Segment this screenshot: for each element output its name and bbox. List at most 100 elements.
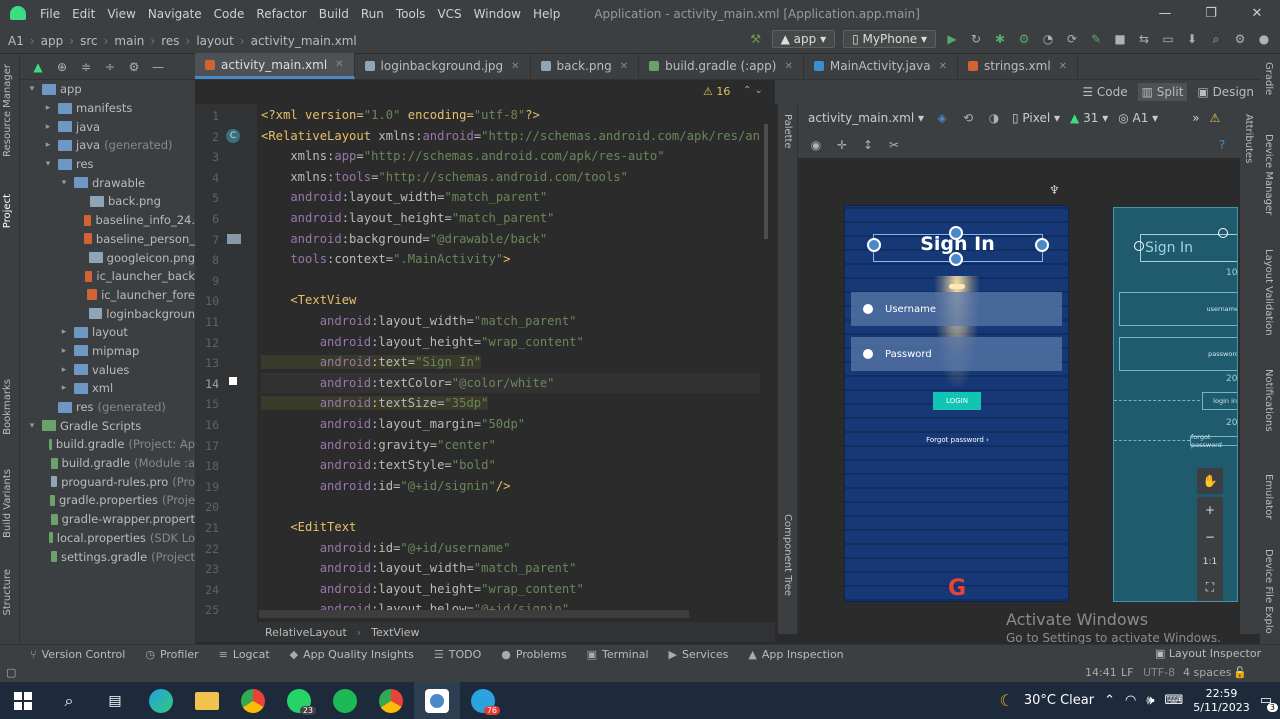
close-window-button[interactable]: ✕ <box>1234 0 1280 28</box>
project-tree-item[interactable]: proguard-rules.pro (Pro <box>20 472 195 491</box>
menu-tools[interactable]: Tools <box>390 7 432 21</box>
expand-arrow-icon[interactable]: ▸ <box>58 327 70 337</box>
zoom-actual-button[interactable]: 1:1 <box>1203 557 1217 567</box>
file-tab[interactable]: strings.xml ✕ <box>958 53 1079 79</box>
code-line[interactable]: android:layout_height="wrap_content" <box>261 332 584 353</box>
breadcrumb-relativelayout[interactable]: RelativeLayout <box>265 626 347 639</box>
device-pixel-select[interactable]: ▯ Pixel ▾ <box>1012 111 1060 125</box>
close-tab-icon[interactable]: ✕ <box>939 61 947 72</box>
project-tree-item[interactable]: build.gradle (Module :a <box>20 454 195 473</box>
project-tree-item[interactable]: ▸ mipmap <box>20 342 195 361</box>
resize-handle-top[interactable] <box>949 226 963 240</box>
preview-forgot-password[interactable]: Forgot password › <box>845 436 1068 444</box>
code-line[interactable]: android:layout_width="match_parent" <box>261 187 547 208</box>
orientation-icon[interactable]: ⟲ <box>960 110 976 126</box>
preview-login-button[interactable]: LOGIN <box>933 392 981 410</box>
telegram-icon[interactable]: 76 <box>460 682 506 719</box>
resource-manager-tab[interactable]: Resource Manager <box>2 64 13 157</box>
maximize-button[interactable]: ❐ <box>1188 0 1234 28</box>
code-line[interactable]: android:text="Sign In" <box>261 352 482 373</box>
project-tree-item[interactable]: ▸ manifests <box>20 99 195 118</box>
project-tree-item[interactable]: ▾ Gradle Scripts <box>20 416 195 435</box>
horizontal-scrollbar[interactable] <box>259 610 689 618</box>
close-tab-icon[interactable]: ✕ <box>511 61 519 72</box>
project-tree-item[interactable]: settings.gradle (Project <box>20 547 195 566</box>
project-tree-item[interactable]: gradle.properties (Proje <box>20 491 195 510</box>
file-tab[interactable]: build.gradle (:app) ✕ <box>639 53 804 79</box>
keyboard-icon[interactable]: ⌨ <box>1165 693 1184 708</box>
whatsapp-icon[interactable]: 23 <box>276 682 322 719</box>
bookmarks-tab[interactable]: Bookmarks <box>2 379 13 435</box>
image-preview-icon[interactable] <box>227 234 241 244</box>
caret-position[interactable]: 14:41 <box>1085 666 1117 679</box>
line-separator[interactable]: LF <box>1121 666 1133 679</box>
design-warning-icon[interactable]: ⚠ <box>1210 111 1221 125</box>
expand-arrow-icon[interactable]: ▸ <box>42 140 54 150</box>
rerun-icon[interactable]: ↻ <box>968 31 984 47</box>
code-line[interactable]: <TextView <box>261 290 356 311</box>
device-manager-icon[interactable]: ▭ <box>1160 31 1176 47</box>
code-line[interactable]: android:layout_width="match_parent" <box>261 311 577 332</box>
bottom-tool-problems[interactable]: ● Problems <box>491 648 576 661</box>
code-line[interactable]: android:layout_margin="50dp" <box>261 414 525 435</box>
close-tab-icon[interactable]: ✕ <box>784 61 792 72</box>
settings-gear-icon[interactable]: ⚙ <box>1232 31 1248 47</box>
device-file-explorer-tab[interactable]: Device File Explo <box>1263 549 1274 634</box>
phone-preview[interactable]: Sign In Username Password LOGIN Forgot p… <box>844 205 1069 602</box>
night-mode-icon[interactable]: ◑ <box>986 110 1002 126</box>
menu-run[interactable]: Run <box>355 7 390 21</box>
gradle-tab[interactable]: Gradle <box>1263 62 1274 95</box>
edge-icon[interactable] <box>138 682 184 719</box>
menu-build[interactable]: Build <box>313 7 355 21</box>
code-line[interactable]: android:background="@drawable/back" <box>261 229 547 250</box>
component-tree-tab[interactable]: Component Tree <box>782 514 793 596</box>
hide-panel-icon[interactable]: — <box>150 59 166 75</box>
collapse-all-icon[interactable]: ≑ <box>78 59 94 75</box>
hammer-build-icon[interactable]: ⚒ <box>748 31 764 47</box>
code-line[interactable]: android:textSize="35dp" <box>261 393 489 414</box>
project-tree-item[interactable]: googleicon.png <box>20 248 195 267</box>
attach-debugger-icon[interactable]: ⚙ <box>1016 31 1032 47</box>
more-icon[interactable]: » <box>1192 111 1199 125</box>
bottom-tool-app-inspection[interactable]: ▲ App Inspection <box>738 648 853 661</box>
project-tree-item[interactable]: baseline_info_24. <box>20 211 195 230</box>
code-line[interactable]: <EditText <box>261 517 356 538</box>
expand-arrow-icon[interactable]: ▸ <box>42 122 54 132</box>
close-tab-icon[interactable]: ✕ <box>1059 61 1067 72</box>
task-view-icon[interactable]: ▤ <box>92 682 138 719</box>
wifi-icon[interactable]: ◠ <box>1125 693 1136 708</box>
bottom-tool-version-control[interactable]: ⑂ Version Control <box>20 648 135 661</box>
chrome-profile-icon[interactable] <box>368 682 414 719</box>
project-tree-item[interactable]: ic_launcher_fore <box>20 286 195 305</box>
breadcrumb-item[interactable]: app <box>41 34 64 48</box>
code-line[interactable]: android:layout_width="match_parent" <box>261 558 577 579</box>
resize-handle-bottom[interactable] <box>949 252 963 266</box>
sdk-manager-icon[interactable]: ⬇ <box>1184 31 1200 47</box>
split-mode-button[interactable]: ▥ Split <box>1137 83 1188 101</box>
menu-edit[interactable]: Edit <box>66 7 101 21</box>
code-line[interactable]: android:textStyle="bold" <box>261 455 496 476</box>
breadcrumb-item[interactable]: A1 <box>8 34 24 48</box>
debug-icon[interactable]: ✱ <box>992 31 1008 47</box>
attributes-tab[interactable]: Attributes <box>1243 114 1254 163</box>
expand-arrow-icon[interactable]: ▸ <box>42 103 54 113</box>
weather-widget[interactable]: 30°C Clear <box>1024 693 1094 708</box>
status-toggle-icon[interactable]: ▢ <box>6 666 16 679</box>
start-button[interactable] <box>0 682 46 719</box>
project-tree-item[interactable]: ic_launcher_back <box>20 267 195 286</box>
android-studio-taskbar-icon[interactable] <box>414 682 460 719</box>
breadcrumb-item[interactable]: layout <box>196 34 233 48</box>
indent-setting[interactable]: 4 spaces <box>1183 666 1232 679</box>
layout-validation-tab[interactable]: Layout Validation <box>1263 249 1274 336</box>
help-icon[interactable]: ? <box>1214 137 1230 153</box>
bottom-tool-todo[interactable]: ☰ TODO <box>424 648 491 661</box>
color-white-swatch-icon[interactable] <box>229 377 237 385</box>
expand-arrow-icon[interactable]: ▾ <box>26 421 38 431</box>
layers-icon[interactable]: ◈ <box>934 110 950 126</box>
code-editor[interactable]: 1 2 3 4 5 6 7 8 9 10 11 12 13 14 15 16 17 18 19 20 21 22 23 24 2… <box>195 104 775 624</box>
notifications-tab[interactable]: Notifications <box>1263 369 1274 432</box>
breadcrumb-textview[interactable]: TextView <box>371 626 419 639</box>
file-tab[interactable]: MainActivity.java ✕ <box>804 53 959 79</box>
breadcrumb-item[interactable]: src <box>80 34 98 48</box>
menu-vcs[interactable]: VCS <box>431 7 467 21</box>
